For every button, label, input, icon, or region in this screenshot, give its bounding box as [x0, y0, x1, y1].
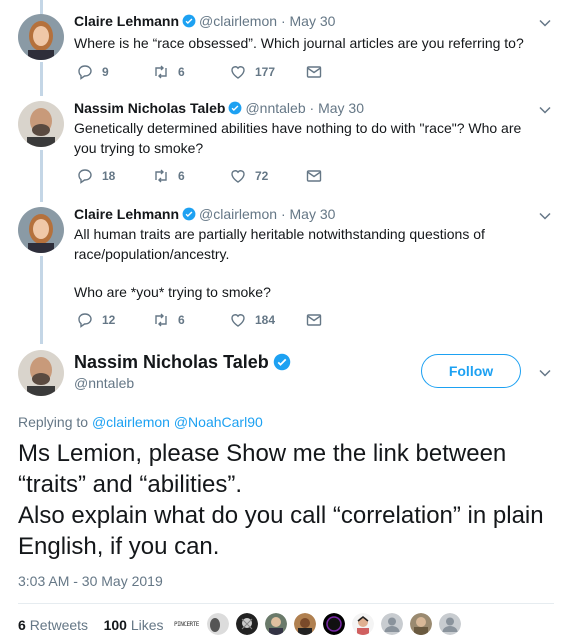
tweet-date[interactable]: May 30 [290, 206, 336, 222]
tweet[interactable]: Claire Lehmann @clairlemon · May 30 All h… [0, 205, 566, 335]
like-count: 72 [255, 169, 269, 183]
divider [18, 603, 554, 604]
tweet[interactable]: Claire Lehmann @clairlemon · May 30 Where… [0, 12, 566, 92]
like-total: 100 [103, 617, 127, 633]
dm-button[interactable] [305, 311, 323, 329]
display-name[interactable]: Nassim Nicholas Taleb [74, 352, 269, 372]
liker-avatar[interactable] [322, 613, 345, 635]
handle[interactable]: @clairlemon [199, 13, 277, 29]
tweet-text: Who are *you* trying to smoke? [74, 284, 271, 300]
reply-icon [78, 313, 92, 328]
tweet-header: Claire Lehmann @clairlemon · May 30 [74, 12, 335, 30]
likes-stat[interactable]: 100 Likes [104, 617, 164, 633]
retweet-icon [155, 65, 167, 79]
follow-button[interactable]: Follow [421, 354, 521, 388]
retweet-icon [155, 313, 167, 327]
liker-avatar[interactable] [409, 613, 432, 635]
main-display-name[interactable]: Nassim Nicholas Taleb [74, 352, 291, 373]
retweet-button[interactable]: 6 [152, 311, 185, 329]
dm-icon [306, 170, 322, 182]
reply-button[interactable]: 9 [76, 63, 109, 81]
separator: · [280, 13, 286, 29]
likes-label: Likes [130, 617, 164, 633]
avatar[interactable] [18, 350, 64, 396]
reply-icon [78, 65, 92, 80]
liker-avatar[interactable] [293, 613, 316, 635]
main-tweet-text: Ms Lemion, please Show me the link betwe… [18, 438, 558, 562]
like-button[interactable]: 177 [229, 63, 275, 81]
liker-avatar[interactable] [235, 613, 258, 635]
liker-avatar[interactable] [264, 613, 287, 635]
like-button[interactable]: 184 [229, 311, 275, 329]
reply-button[interactable]: 18 [76, 167, 115, 185]
main-text-line: Also explain what do you call “correlati… [18, 502, 544, 560]
retweet-button[interactable]: 6 [152, 167, 185, 185]
liker-avatars: PINCERTE [174, 613, 468, 635]
reply-button[interactable]: 12 [76, 311, 115, 329]
handle[interactable]: @clairlemon [199, 206, 277, 222]
reply-count: 9 [102, 65, 109, 79]
verified-icon [182, 207, 196, 221]
replying-prefix: Replying to [18, 414, 89, 430]
avatar[interactable] [18, 14, 64, 60]
tweet-header: Nassim Nicholas Taleb @nntaleb · May 30 [74, 99, 364, 117]
verified-icon [273, 353, 290, 371]
separator: · [280, 206, 286, 222]
dm-icon [306, 314, 322, 326]
liker-avatar[interactable] [438, 613, 461, 635]
dm-icon [306, 66, 322, 78]
like-count: 177 [255, 65, 276, 79]
retweet-count: 6 [178, 169, 185, 183]
main-text-line: Ms Lemion, please Show me the link betwe… [18, 440, 507, 498]
retweets-label: Retweets [29, 617, 89, 633]
verified-icon [229, 101, 242, 115]
handle[interactable]: @nntaleb [245, 100, 305, 116]
replying-to: Replying to @clairlemon @NoahCarl90 [18, 414, 263, 430]
tweet[interactable]: Nassim Nicholas Taleb @nntaleb · May 30 G… [0, 99, 566, 199]
retweets-stat[interactable]: 6 Retweets [18, 617, 88, 633]
retweet-count: 6 [178, 65, 185, 79]
reply-count: 18 [102, 169, 116, 183]
tweet-timestamp[interactable]: 3:03 AM - 30 May 2019 [18, 573, 163, 589]
caret-down-icon[interactable] [538, 209, 552, 223]
liker-tag[interactable]: PINCERTE [174, 621, 199, 628]
like-button[interactable]: 72 [229, 167, 268, 185]
display-name[interactable]: Claire Lehmann [74, 13, 179, 29]
dm-button[interactable] [305, 63, 323, 81]
liker-avatar[interactable] [351, 613, 374, 635]
display-name[interactable]: Nassim Nicholas Taleb [74, 100, 225, 116]
engagement-stats: 6 Retweets 100 Likes [18, 617, 164, 633]
like-icon [231, 170, 245, 183]
tweet-text: Where is he “race obsessed”. Which journ… [74, 35, 524, 51]
caret-down-icon[interactable] [538, 16, 552, 30]
reply-mention-link[interactable]: @clairlemon [92, 414, 170, 430]
liker-avatar[interactable] [206, 613, 229, 635]
tweet-text: Genetically determined abilities have no… [74, 120, 522, 156]
verified-icon [182, 14, 196, 28]
like-count: 184 [255, 313, 276, 327]
retweet-total: 6 [18, 617, 26, 633]
dm-button[interactable] [305, 167, 323, 185]
reply-mention-link[interactable]: @NoahCarl90 [174, 414, 263, 430]
caret-down-icon[interactable] [538, 366, 552, 380]
retweet-button[interactable]: 6 [152, 63, 185, 81]
tweet-text: All human traits are partially heritable… [74, 226, 485, 262]
reply-icon [78, 169, 92, 184]
like-icon [231, 314, 245, 327]
tweet-date[interactable]: May 30 [290, 13, 336, 29]
like-icon [231, 66, 245, 79]
display-name[interactable]: Claire Lehmann [74, 206, 179, 222]
retweet-icon [155, 169, 167, 183]
retweet-count: 6 [178, 313, 185, 327]
avatar[interactable] [18, 101, 64, 147]
liker-avatar[interactable] [380, 613, 403, 635]
reply-count: 12 [102, 313, 116, 327]
handle[interactable]: @nntaleb [74, 375, 134, 391]
tweet-date[interactable]: May 30 [318, 100, 364, 116]
caret-down-icon[interactable] [538, 103, 552, 117]
separator: · [309, 100, 315, 116]
avatar[interactable] [18, 207, 64, 253]
tweet-header: Claire Lehmann @clairlemon · May 30 [74, 205, 335, 223]
